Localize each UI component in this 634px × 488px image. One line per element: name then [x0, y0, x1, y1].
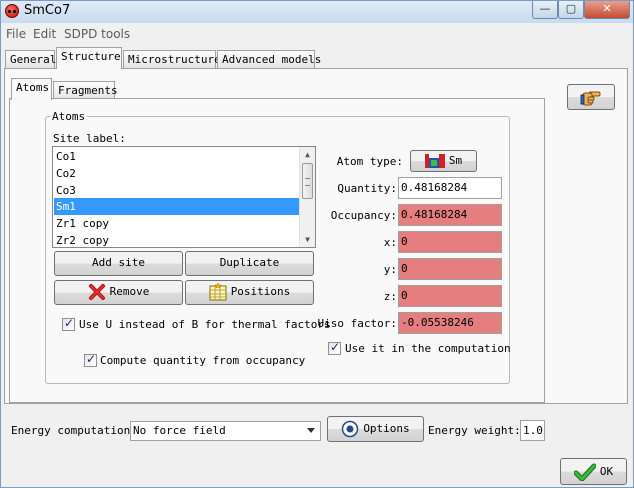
site-label-heading: Site label: [53, 132, 126, 145]
energy-weight-label: Energy weight: [428, 424, 521, 437]
tab-microstructure[interactable]: Microstructure [123, 50, 221, 70]
radio-target-icon [342, 420, 359, 438]
ok-button[interactable]: OK [560, 458, 627, 485]
green-check-icon [573, 463, 596, 481]
positions-button[interactable]: Positions [185, 280, 314, 305]
x-field[interactable]: 0 [398, 231, 502, 253]
red-x-icon [88, 284, 105, 300]
energy-computation-value: No force field [133, 424, 226, 437]
menu-edit[interactable]: Edit [33, 27, 56, 41]
energy-computation-select[interactable]: No force field [130, 421, 321, 441]
title-bar: SmCo7 — ▢ ✕ [1, 1, 633, 23]
minimize-button[interactable]: — [532, 1, 558, 19]
list-item[interactable]: Co1 [54, 148, 299, 165]
site-list[interactable]: Co1 Co2 Co3 Sm1 Zr1 copy Zr2 copy ▲ ▼ [52, 146, 316, 248]
use-u-checkbox[interactable] [62, 316, 75, 331]
menu-bar: File Edit SDPD tools [1, 25, 633, 43]
maximize-button[interactable]: ▢ [558, 1, 584, 19]
menu-file[interactable]: File [6, 27, 26, 41]
atom-type-value: Sm [448, 154, 463, 167]
uiso-field[interactable]: -0.05538246 [398, 312, 502, 334]
duplicate-button[interactable]: Duplicate [185, 251, 314, 276]
chevron-down-icon [307, 428, 315, 433]
close-button[interactable]: ✕ [584, 1, 630, 19]
remove-button-label: Remove [109, 285, 150, 298]
list-item-selected[interactable]: Sm1 [54, 198, 299, 215]
ladybug-app-icon [5, 4, 19, 18]
menu-sdpd-tools[interactable]: SDPD tools [64, 27, 130, 41]
list-item[interactable]: Co2 [54, 165, 299, 182]
options-button-label: Options [363, 422, 410, 435]
atoms-group-title: Atoms [50, 110, 88, 123]
site-list-scrollbar[interactable]: ▲ ▼ [299, 147, 315, 247]
tab-structure[interactable]: Structure [56, 47, 122, 69]
z-field[interactable]: 0 [398, 285, 502, 307]
pointing-hand-icon [580, 91, 601, 105]
atom-type-button[interactable]: Sm [410, 150, 477, 172]
grid-table-icon [209, 283, 227, 301]
tab-atoms[interactable]: Atoms [11, 78, 52, 100]
scroll-up-icon[interactable]: ▲ [300, 147, 315, 162]
periodic-table-icon [424, 154, 445, 168]
compute-quantity-checkbox[interactable] [84, 352, 97, 367]
options-button[interactable]: Options [327, 416, 424, 442]
y-label: y: [383, 263, 397, 276]
window-title: SmCo7 [24, 3, 71, 18]
quantity-field[interactable]: 0.48168284 [398, 177, 502, 199]
uiso-label: Uiso factor: [317, 317, 397, 330]
compute-quantity-label: Compute quantity from occupancy [100, 354, 306, 367]
energy-weight-field[interactable]: 1.0 [520, 420, 545, 441]
occupancy-label: Occupancy: [330, 209, 397, 222]
y-field[interactable]: 0 [398, 258, 502, 280]
z-label: z: [383, 290, 397, 303]
tab-general[interactable]: General [5, 50, 56, 70]
list-item[interactable]: Co3 [54, 182, 299, 199]
ok-button-label: OK [599, 465, 614, 478]
list-item[interactable]: Zr1 copy [54, 215, 299, 232]
quantity-label: Quantity: [337, 182, 397, 195]
positions-button-label: Positions [230, 285, 291, 298]
tab-advanced-models[interactable]: Advanced models [217, 50, 321, 70]
use-in-computation-checkbox[interactable] [328, 340, 341, 355]
use-in-computation-label: Use it in the computation [345, 342, 511, 355]
add-site-button[interactable]: Add site [54, 251, 183, 276]
remove-button[interactable]: Remove [54, 280, 183, 305]
x-label: x: [383, 236, 397, 249]
help-hand-button[interactable] [567, 84, 615, 110]
main-window: SmCo7 — ▢ ✕ File Edit SDPD tools General… [0, 0, 634, 488]
list-item[interactable]: Zr2 copy [54, 232, 299, 247]
use-u-label: Use U instead of B for thermal factors [79, 318, 331, 331]
atom-type-label: Atom type: [336, 155, 403, 168]
energy-computation-label: Energy computation: [11, 424, 137, 437]
occupancy-field[interactable]: 0.48168284 [398, 204, 502, 226]
